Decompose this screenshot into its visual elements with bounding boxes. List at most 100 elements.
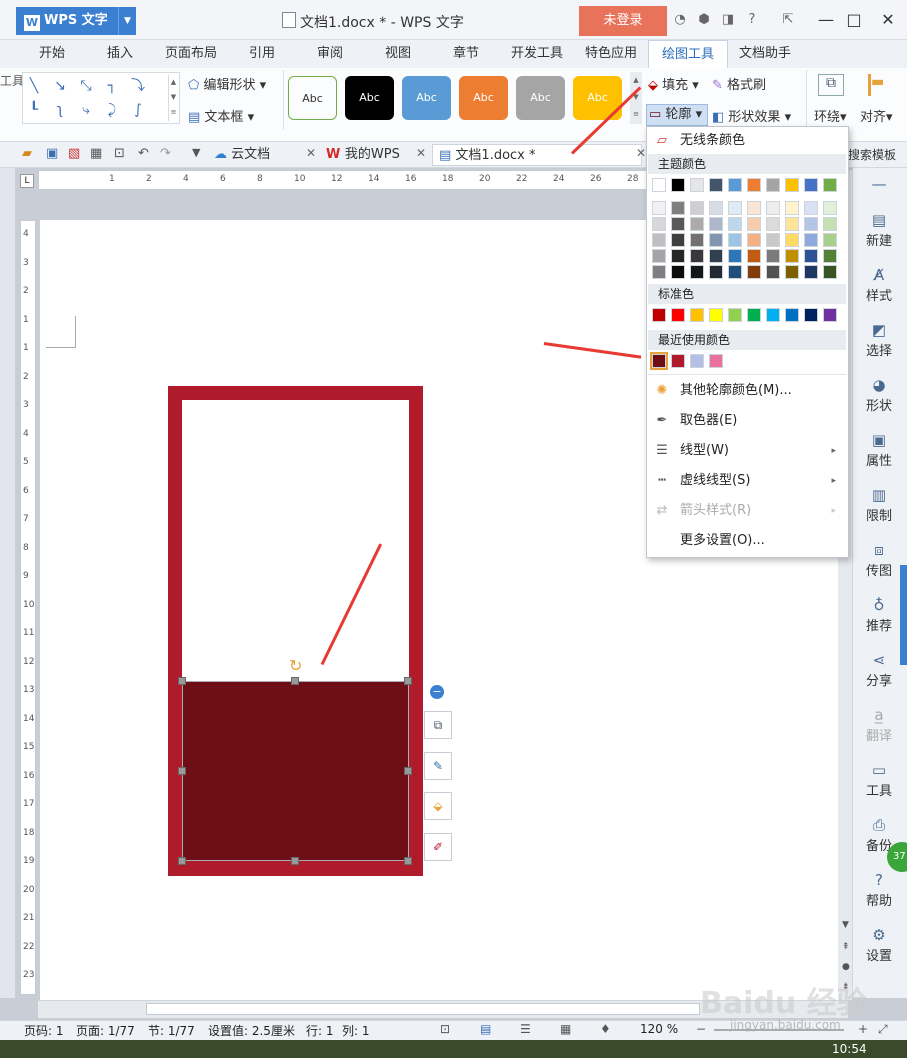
elbow-connector-icon[interactable]: ┐ xyxy=(103,77,121,95)
theme-shade-swatch[interactable] xyxy=(728,233,742,247)
zoom-level[interactable]: 120 % xyxy=(640,1022,678,1036)
theme-shade-swatch[interactable] xyxy=(709,217,723,231)
undo-icon[interactable]: ↶ xyxy=(138,146,149,161)
recent-color-swatch[interactable] xyxy=(709,354,723,368)
tab-home[interactable]: 开始 xyxy=(28,40,76,68)
sidebar-top-icon[interactable]: — xyxy=(856,174,902,194)
tab-my-wps[interactable]: W 我的WPS xyxy=(326,144,400,166)
standard-color-swatch[interactable] xyxy=(747,308,761,322)
maximize-button[interactable]: □ xyxy=(840,8,868,32)
theme-shade-swatch[interactable] xyxy=(804,265,818,279)
standard-color-swatch[interactable] xyxy=(766,308,780,322)
fill-bucket-icon[interactable]: ⬙ xyxy=(424,792,452,820)
sidebar-item-tools[interactable]: ▭ 工具 xyxy=(856,760,902,799)
theme-shade-swatch[interactable] xyxy=(747,233,761,247)
theme-color-swatch[interactable] xyxy=(709,178,723,192)
sidebar-item-recommend[interactable]: ♁ 推荐 xyxy=(856,595,902,634)
tab-stop-selector[interactable]: L xyxy=(20,174,34,188)
sidebar-item-help[interactable]: ? 帮助 xyxy=(856,870,902,909)
edit-shape-button[interactable]: ⬠ 编辑形状 ▾ xyxy=(188,74,266,93)
feedback-icon[interactable]: ◨ xyxy=(720,12,736,28)
theme-shade-swatch[interactable] xyxy=(709,265,723,279)
theme-shade-swatch[interactable] xyxy=(747,201,761,215)
sidebar-item-upload-image[interactable]: ⧈ 传图 xyxy=(856,540,902,579)
resize-handle[interactable] xyxy=(404,767,412,775)
tab-special[interactable]: 特色应用 xyxy=(578,40,644,68)
tab-section[interactable]: 章节 xyxy=(444,40,488,68)
theme-shade-swatch[interactable] xyxy=(823,249,837,263)
sidebar-item-shape[interactable]: ◕ 形状 xyxy=(856,375,902,414)
tab-reference[interactable]: 引用 xyxy=(240,40,284,68)
tab-drawing-tools[interactable]: 绘图工具 xyxy=(648,40,728,68)
outline-pen-icon[interactable]: ✐ xyxy=(424,833,452,861)
freeform-icon[interactable]: ∫ xyxy=(129,101,147,119)
standard-color-swatch[interactable] xyxy=(709,308,723,322)
tab-review[interactable]: 审阅 xyxy=(308,40,352,68)
close-tab-icon[interactable]: ✕ xyxy=(636,146,646,160)
curve-connector-icon[interactable]: ʅ xyxy=(51,101,69,119)
skin-icon[interactable]: ◔ xyxy=(672,12,688,28)
align-icon[interactable]: ▬ xyxy=(868,74,890,96)
theme-color-swatch[interactable] xyxy=(728,178,742,192)
theme-shade-swatch[interactable] xyxy=(785,217,799,231)
scroll-down-icon[interactable]: ▼ xyxy=(842,920,849,930)
resize-handle[interactable] xyxy=(178,857,186,865)
tab-document1[interactable]: ▤ 文档1.docx * xyxy=(432,144,642,166)
search-template[interactable]: 搜索模板 xyxy=(848,144,896,166)
recent-color-swatch[interactable] xyxy=(650,352,668,370)
close-button[interactable]: ✕ xyxy=(874,8,902,32)
help-icon[interactable]: ? xyxy=(744,12,760,28)
shape-gallery[interactable]: ╲ ↘ ⤡ ┐ ⤵ ┖ ʅ ⤷ ⤸ ∫ ▲ ▼ ≡ xyxy=(22,72,180,124)
style-preset-4[interactable]: Abc xyxy=(459,76,508,120)
redo-icon[interactable]: ↷ xyxy=(160,146,171,161)
no-line-color-item[interactable]: ▱ 无线条颜色 xyxy=(652,128,842,154)
theme-color-swatch[interactable] xyxy=(671,178,685,192)
theme-shade-swatch[interactable] xyxy=(671,249,685,263)
standard-color-swatch[interactable] xyxy=(652,308,666,322)
theme-shade-swatch[interactable] xyxy=(709,201,723,215)
full-screen-icon[interactable]: ⊡ xyxy=(440,1022,450,1036)
tab-cloud-docs[interactable]: ☁ 云文档 xyxy=(214,144,270,166)
theme-shade-swatch[interactable] xyxy=(671,233,685,247)
theme-shade-swatch[interactable] xyxy=(785,233,799,247)
theme-color-swatch[interactable] xyxy=(823,178,837,192)
rotate-handle-icon[interactable]: ↻ xyxy=(289,656,302,675)
zoom-out-icon[interactable]: − xyxy=(696,1022,706,1036)
sidebar-item-select[interactable]: ◩ 选择 xyxy=(856,320,902,359)
sidebar-item-translate[interactable]: a̲ 翻译 xyxy=(856,705,902,744)
shape-style-icon[interactable]: ✎ xyxy=(424,752,452,780)
standard-color-swatch[interactable] xyxy=(785,308,799,322)
theme-shade-swatch[interactable] xyxy=(671,265,685,279)
close-tab-icon[interactable]: ✕ xyxy=(416,146,426,160)
style-preset-3[interactable]: Abc xyxy=(402,76,451,120)
layout-options-icon[interactable]: ⧉ xyxy=(424,711,452,739)
sidebar-item-properties[interactable]: ▣ 属性 xyxy=(856,430,902,469)
theme-shade-swatch[interactable] xyxy=(823,233,837,247)
print-icon[interactable]: ▦ xyxy=(90,146,102,161)
fit-page-icon[interactable]: ⤢ xyxy=(878,1022,888,1037)
theme-shade-swatch[interactable] xyxy=(709,233,723,247)
theme-color-swatch[interactable] xyxy=(690,178,704,192)
more-outline-color-item[interactable]: ✺ 其他轮廓颜色(M)... xyxy=(652,378,842,404)
theme-color-swatch[interactable] xyxy=(804,178,818,192)
style-gallery-scroll[interactable]: ▲ ▼ ≡ xyxy=(630,72,642,124)
double-arrow-shape-icon[interactable]: ⤡ xyxy=(77,77,95,95)
chevron-down-icon[interactable]: ▼ xyxy=(118,7,136,35)
theme-shade-swatch[interactable] xyxy=(690,217,704,231)
tab-doc-assistant[interactable]: 文档助手 xyxy=(732,40,798,68)
theme-color-swatch[interactable] xyxy=(652,178,666,192)
outline-view-icon[interactable]: ☰ xyxy=(520,1022,531,1036)
format-brush-button[interactable]: ✎ 格式刷 xyxy=(712,74,766,93)
sidebar-expand-tab[interactable] xyxy=(900,565,907,665)
save-icon[interactable]: ▣ xyxy=(46,146,58,161)
tab-page-layout[interactable]: 页面布局 xyxy=(158,40,224,68)
theme-shade-swatch[interactable] xyxy=(804,217,818,231)
resize-handle[interactable] xyxy=(178,677,186,685)
recent-color-swatch[interactable] xyxy=(690,354,704,368)
theme-shade-swatch[interactable] xyxy=(690,233,704,247)
login-button[interactable]: 未登录 xyxy=(579,6,667,36)
theme-shade-swatch[interactable] xyxy=(766,201,780,215)
theme-shade-swatch[interactable] xyxy=(671,201,685,215)
standard-color-swatch[interactable] xyxy=(823,308,837,322)
sidebar-item-new[interactable]: ▤ 新建 xyxy=(856,210,902,249)
